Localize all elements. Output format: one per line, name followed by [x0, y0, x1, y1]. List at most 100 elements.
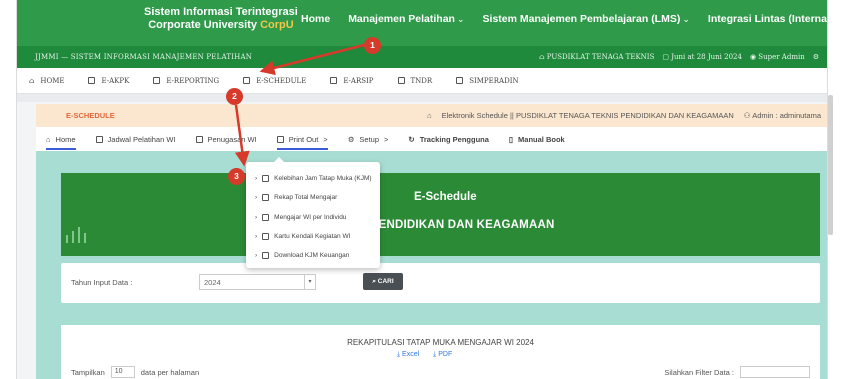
menu-item-download-kjm[interactable]: › Download KJM Keuangan	[255, 252, 349, 259]
subbar-info: ⌂ PUSDIKLAT TENAGA TEKNIS ▢ Juni at 28 J…	[539, 53, 819, 61]
tab-jadwal-pelatihan[interactable]: Jadwal Pelatihan WI	[95, 135, 176, 144]
chevron-right-icon: ›	[255, 194, 258, 201]
menu-item-label: Kelebihan Jam Tatap Muka (KJM)	[274, 175, 372, 182]
document-icon	[195, 135, 203, 143]
menu-item-rekap-total[interactable]: › Rekap Total Mengajar	[255, 194, 337, 201]
module-simperadin[interactable]: SIMPERADIN	[456, 76, 519, 85]
menu-item-label: Download KJM Keuangan	[274, 252, 350, 259]
module-e-arsip[interactable]: E-ARSIP	[330, 76, 374, 85]
gear-icon[interactable]: ⚙	[813, 53, 819, 61]
module-e-schedule[interactable]: E-SCHEDULE	[243, 77, 306, 85]
date-label: ▢ Juni at 28 Juni 2024	[662, 53, 742, 61]
topnav-home-label: Home	[301, 13, 331, 25]
topnav-integrasi[interactable]: Integrasi Lintas (Internal & Eksternal)⌄	[707, 13, 828, 25]
chevron-right-icon: >	[323, 134, 328, 144]
tab-label: Print Out	[288, 134, 319, 144]
tab-label: Penugasan WI	[207, 134, 257, 144]
tab-label: Manual Book	[518, 134, 565, 144]
page-description: Elektronik Schedule || PUSDIKLAT TENAGA …	[441, 111, 734, 120]
tab-manual-book[interactable]: ▯ Manual Book	[509, 135, 565, 144]
page-size-control: Tampilkan 10 data per halaman	[71, 366, 199, 378]
spacer	[17, 94, 827, 102]
document-icon	[276, 135, 284, 143]
menu-item-label: Kartu Kendali Kegiatan WI	[274, 233, 351, 240]
tab-setup[interactable]: ⚙ Setup >	[348, 135, 389, 144]
refresh-icon: ↻	[408, 134, 415, 144]
brand-logo-text[interactable]: Sistem Informasi Terintegrasi Corporate …	[144, 6, 298, 32]
menu-item-mengajar-individu[interactable]: › Mengajar WI per Individu	[255, 214, 346, 221]
chevron-down-icon: ⌄	[456, 14, 465, 24]
menu-item-kartu-kendali[interactable]: › Kartu Kendali Kegiatan WI	[255, 233, 350, 240]
module-tndr[interactable]: TNDR	[397, 76, 433, 85]
year-select[interactable]: 2024 ▾	[199, 274, 316, 290]
book-icon: ▯	[508, 134, 514, 144]
export-links: ⤓ Excel ⤓ PDF	[397, 351, 452, 359]
year-value: 2024	[204, 278, 221, 287]
pdf-label: PDF	[438, 351, 453, 358]
page-scrollbar[interactable]	[828, 95, 833, 235]
tab-label: Tracking Pengguna	[419, 134, 489, 144]
menu-item-kjm[interactable]: › Kelebihan Jam Tatap Muka (KJM)	[255, 175, 372, 182]
tab-label: Setup	[359, 134, 380, 144]
annotation-badge-1: 1	[364, 37, 381, 54]
page-header-info: ⌂ Elektronik Schedule || PUSDIKLAT TENAG…	[427, 111, 821, 120]
chevron-right-icon: ›	[255, 252, 258, 259]
chevron-right-icon: ›	[255, 214, 258, 221]
search-button-label: CARI	[377, 278, 394, 285]
system-name: JJMMI — SISTEM INFORMASI MANAJEMEN PELAT…	[35, 53, 253, 61]
document-icon	[262, 214, 270, 221]
user-text: Super Admin	[758, 53, 805, 61]
unit-text: PUSDIKLAT TENAGA TEKNIS	[546, 53, 655, 61]
module-label: SIMPERADIN	[469, 76, 519, 85]
filter-label: Silahkan Filter Data :	[664, 367, 734, 377]
chevron-right-icon: ›	[255, 233, 258, 240]
hero-banner: E-Schedule TEKNIS PENDIDIKAN DAN KEAGAMA…	[61, 173, 820, 256]
admin-label[interactable]: ⚇ Admin : adminutama	[744, 111, 821, 120]
brand-accent: CorpU	[260, 19, 294, 31]
schedule-tabs: ⌂ Home Jadwal Pelatihan WI Penugasan WI P…	[36, 127, 827, 151]
export-pdf-link[interactable]: ⤓ PDF	[433, 351, 452, 359]
bank-icon: ⌂	[427, 111, 432, 120]
document-icon	[88, 77, 96, 84]
topnav-integrasi-label: Integrasi Lintas (Internal & Eksternal)	[707, 13, 828, 25]
document-icon	[243, 77, 251, 84]
top-nav-menu: Home Manajemen Pelatihan ⌄ Sistem Manajem…	[301, 13, 828, 25]
gear-icon: ⚙	[347, 134, 355, 144]
page-size-input[interactable]: 10	[110, 366, 135, 378]
unit-label: ⌂ PUSDIKLAT TENAGA TEKNIS	[539, 53, 655, 61]
recap-table-card: REKAPITULASI TATAP MUKA MENGAJAR WI 2024…	[61, 325, 820, 379]
tab-home[interactable]: ⌂ Home	[46, 134, 76, 150]
print-out-dropdown: › Kelebihan Jam Tatap Muka (KJM) › Rekap T…	[246, 157, 380, 268]
topnav-home[interactable]: Home	[301, 13, 330, 25]
topnav-lms[interactable]: Sistem Manajemen Pembelajaran (LMS) ⌄	[483, 13, 690, 25]
document-icon	[262, 233, 270, 240]
search-button[interactable]: ⌕ CARI	[363, 273, 403, 290]
table-filter: Silahkan Filter Data :	[664, 366, 810, 378]
module-label: TNDR	[410, 76, 433, 85]
filter-input[interactable]	[740, 366, 810, 378]
export-excel-link[interactable]: ⤓ Excel	[397, 351, 419, 359]
table-title: REKAPITULASI TATAP MUKA MENGAJAR WI 2024	[347, 338, 534, 347]
module-e-akpk[interactable]: E-AKPK	[88, 77, 129, 85]
topnav-lms-label: Sistem Manajemen Pembelajaran (LMS)	[482, 13, 681, 25]
tab-penugasan[interactable]: Penugasan WI	[195, 134, 257, 144]
hero-title: E-Schedule	[414, 191, 477, 203]
module-home-label: HOME	[40, 76, 65, 85]
module-label: E-AKPK	[101, 76, 130, 85]
module-label: E-ARSIP	[343, 76, 374, 85]
tab-print-out[interactable]: Print Out >	[276, 134, 328, 150]
admin-text: Admin : adminutama	[752, 111, 821, 120]
user-label[interactable]: ◉ Super Admin	[750, 53, 805, 61]
document-icon	[456, 77, 464, 84]
brand-line-2: Corporate University CorpU	[144, 19, 298, 32]
home-icon: ⌂	[46, 134, 51, 144]
chevron-right-icon: ›	[255, 175, 258, 182]
tab-tracking-pengguna[interactable]: ↻ Tracking Pengguna	[408, 135, 488, 144]
top-navbar: Sistem Informasi Terintegrasi Corporate …	[17, 0, 828, 46]
topnav-manajemen-pelatihan[interactable]: Manajemen Pelatihan ⌄	[348, 13, 464, 25]
brand-name: Corporate University	[148, 19, 257, 31]
module-e-reporting[interactable]: E-REPORTING	[153, 77, 219, 85]
menu-item-label: Rekap Total Mengajar	[274, 194, 338, 201]
menu-item-label: Mengajar WI per Individu	[274, 214, 347, 221]
module-home[interactable]: ⌂ HOME	[29, 77, 64, 85]
